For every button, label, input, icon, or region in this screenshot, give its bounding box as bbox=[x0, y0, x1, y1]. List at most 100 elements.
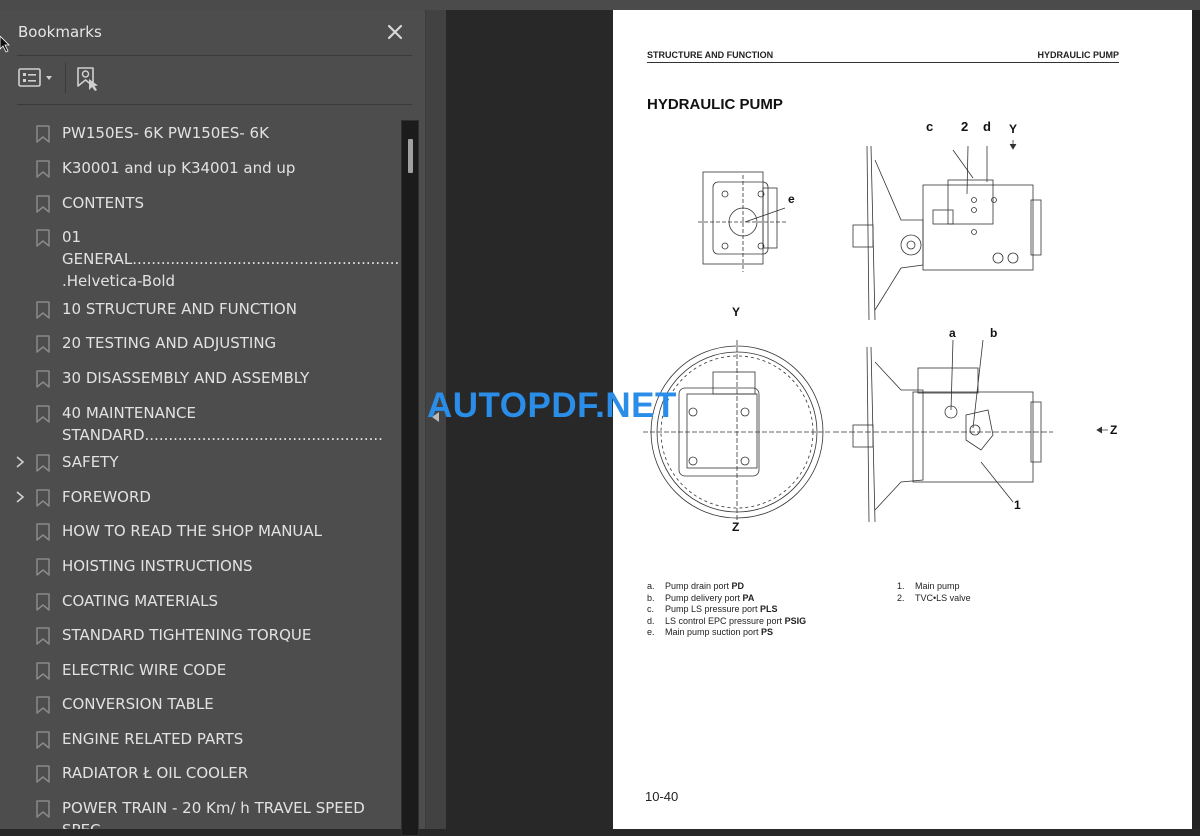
bookmark-icon bbox=[36, 696, 50, 714]
mouse-cursor-icon bbox=[0, 36, 10, 53]
legend-text: Main pump suction port bbox=[665, 627, 762, 637]
label-a: a bbox=[949, 326, 956, 340]
pump-side-view-top bbox=[852, 140, 1042, 321]
bookmark-icon bbox=[36, 454, 50, 472]
bookmark-icon bbox=[36, 662, 50, 680]
bookmark-icon bbox=[36, 765, 50, 783]
bookmark-label: 01 GENERAL..............................… bbox=[62, 228, 400, 290]
bookmark-icon bbox=[36, 558, 50, 576]
label-d: d bbox=[983, 119, 991, 134]
bookmark-icon bbox=[36, 335, 50, 353]
bookmark-label: ENGINE RELATED PARTS bbox=[62, 730, 244, 748]
label-y-top: Y bbox=[1009, 122, 1017, 136]
legend-text: Pump delivery port bbox=[665, 592, 743, 603]
pump-view-y bbox=[698, 171, 788, 272]
legend-key: d. bbox=[647, 615, 655, 626]
legend-letters: a. Pump drain port PD b. Pump delivery port… bbox=[647, 581, 806, 639]
bookmark-icon bbox=[36, 125, 50, 143]
label-b: b bbox=[990, 326, 997, 340]
label-z-arrow: Z bbox=[1110, 423, 1117, 437]
bookmark-label: 30 DISASSEMBLY AND ASSEMBLY bbox=[62, 369, 310, 387]
bookmark-icon bbox=[36, 405, 50, 423]
list-options-icon bbox=[18, 68, 52, 87]
label-1: 1 bbox=[1014, 498, 1021, 512]
bookmark-label: 20 TESTING AND ADJUSTING bbox=[62, 334, 277, 352]
bookmark-label: RADIATOR Ł OIL COOLER bbox=[62, 764, 249, 782]
document-scrollbar[interactable] bbox=[1192, 10, 1200, 829]
app-top-bar bbox=[0, 0, 1200, 10]
legend-key: 1. bbox=[897, 581, 905, 591]
legend-port-code: PLS bbox=[760, 604, 778, 614]
page-number: 10-40 bbox=[645, 789, 679, 804]
find-current-bookmark-icon bbox=[77, 67, 98, 91]
toolbar-separator bbox=[65, 63, 66, 93]
bookmark-list: PW150ES- 6K PW150ES- 6K K30001 and up K34… bbox=[0, 110, 400, 829]
legend-key: 2. bbox=[897, 592, 905, 603]
scrollbar-thumb[interactable] bbox=[408, 139, 413, 173]
bookmark-icon bbox=[36, 593, 50, 611]
legend-key: c. bbox=[647, 604, 655, 614]
legend-text: LS control EPC pressure port bbox=[665, 615, 785, 626]
legend-port-code: PA bbox=[742, 592, 755, 603]
bookmark-icon bbox=[36, 800, 50, 818]
close-panel-button[interactable] bbox=[384, 21, 406, 43]
label-e: e bbox=[788, 192, 795, 206]
hydraulic-pump-figure: c 2 d Y e Y a b 1 Z Z bbox=[643, 119, 1117, 534]
document-page: STRUCTURE AND FUNCTION HYDRAULIC PUMP HY… bbox=[613, 10, 1192, 829]
expand-chevron-icon[interactable] bbox=[14, 488, 28, 506]
bookmark-icon bbox=[36, 627, 50, 645]
bookmark-label: 40 MAINTENANCE STANDARD.................… bbox=[62, 404, 383, 444]
panel-divider bbox=[17, 55, 412, 56]
bookmark-label: PW150ES- 6K PW150ES- 6K bbox=[62, 124, 269, 142]
bookmarks-panel: Bookmarks PW150ES- 6K PW150ES- 6K K30001 … bbox=[0, 10, 426, 836]
options-menu-button[interactable] bbox=[18, 68, 56, 92]
legend-text: TVC•LS valve bbox=[915, 592, 971, 603]
label-z-view: Z bbox=[732, 520, 739, 534]
legend-text: Main pump bbox=[915, 581, 960, 591]
legend-port-code: PS bbox=[761, 627, 774, 637]
bookmark-icon bbox=[36, 370, 50, 388]
bookmark-label: SAFETY bbox=[62, 453, 119, 471]
legend-text: Pump LS pressure port bbox=[665, 604, 761, 614]
bookmark-label: HOISTING INSTRUCTIONS bbox=[62, 557, 253, 575]
label-c: c bbox=[926, 119, 933, 134]
legend-port-code: PD bbox=[731, 581, 745, 591]
legend-port-code: PSIG bbox=[784, 615, 807, 626]
legend-key: e. bbox=[647, 627, 655, 637]
bookmark-label: COATING MATERIALS bbox=[62, 592, 218, 610]
close-icon bbox=[387, 24, 403, 40]
bookmark-label: CONTENTS bbox=[62, 194, 145, 212]
bookmark-label: STANDARD TIGHTENING TORQUE bbox=[62, 626, 312, 644]
bookmark-label: ELECTRIC WIRE CODE bbox=[62, 661, 227, 679]
bookmark-label: HOW TO READ THE SHOP MANUAL bbox=[62, 522, 323, 540]
bookmark-label: 10 STRUCTURE AND FUNCTION bbox=[62, 300, 297, 318]
legend-item: e. Main pump suction port PS bbox=[647, 627, 806, 639]
bookmark-label: FOREWORD bbox=[62, 488, 151, 506]
legend-item: c. Pump LS pressure port PLS bbox=[647, 604, 806, 616]
legend-item: a. Pump drain port PD bbox=[647, 581, 806, 593]
legend-item: d. LS control EPC pressure port PSIG bbox=[647, 616, 806, 628]
find-current-bookmark-button[interactable] bbox=[76, 66, 102, 96]
legend-item: 1. Main pump bbox=[897, 581, 971, 593]
bookmark-icon bbox=[36, 229, 50, 247]
bookmark-icon bbox=[36, 523, 50, 541]
legend-item: 2. TVC•LS valve bbox=[897, 593, 971, 605]
bookmark-label: CONVERSION TABLE bbox=[62, 695, 214, 713]
legend-key: b. bbox=[647, 592, 655, 603]
bookmark-icon bbox=[36, 301, 50, 319]
bookmark-label: K30001 and up K34001 and up bbox=[62, 159, 296, 177]
bookmark-icon bbox=[36, 195, 50, 213]
panel-divider bbox=[17, 104, 412, 105]
bookmark-scrollbar[interactable] bbox=[401, 120, 419, 836]
legend-key: a. bbox=[647, 581, 655, 591]
bookmark-label: POWER TRAIN - 20 Km/ h TRAVEL SPEED SPEC… bbox=[62, 799, 365, 829]
panel-title: Bookmarks bbox=[18, 23, 102, 41]
pump-side-view-bottom bbox=[833, 339, 1108, 523]
pump-view-z bbox=[643, 340, 831, 522]
legend-item: b. Pump delivery port PA bbox=[647, 593, 806, 605]
bookmark-icon bbox=[36, 160, 50, 178]
watermark-text: AUTOPDF.NET bbox=[427, 386, 677, 425]
bookmark-icon bbox=[36, 489, 50, 507]
legend-text: Pump drain port bbox=[665, 581, 732, 591]
expand-chevron-icon[interactable] bbox=[14, 453, 28, 471]
